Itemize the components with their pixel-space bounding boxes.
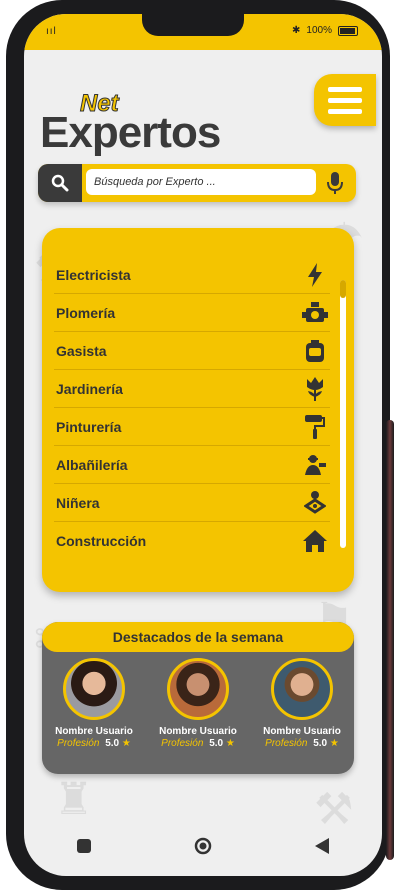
category-label: Pinturería bbox=[56, 418, 122, 435]
phone-side-edge bbox=[386, 420, 394, 860]
category-label: Gasista bbox=[56, 342, 107, 359]
category-list: Electricista Plomería Gasista Jardinería… bbox=[54, 256, 330, 560]
lightning-icon bbox=[302, 262, 328, 288]
paint-roller-icon bbox=[302, 414, 328, 440]
expert-name: Nombre Usuario bbox=[159, 726, 237, 737]
star-icon: ★ bbox=[121, 738, 131, 749]
menu-line-icon bbox=[328, 97, 362, 103]
expert-profession: Profesión bbox=[265, 738, 308, 749]
category-label: Niñera bbox=[56, 494, 100, 511]
star-icon: ★ bbox=[225, 738, 235, 749]
category-scrollbar[interactable] bbox=[340, 280, 346, 548]
category-label: Construcción bbox=[56, 533, 147, 549]
menu-line-icon bbox=[328, 108, 362, 114]
category-item-ninera[interactable]: Niñera bbox=[54, 484, 330, 522]
search-bar bbox=[38, 164, 356, 202]
category-item-pintureria[interactable]: Pinturería bbox=[54, 408, 330, 446]
triangle-back-icon bbox=[315, 838, 330, 854]
logo-name: Expertos bbox=[40, 108, 221, 157]
gas-cylinder-icon bbox=[302, 338, 328, 364]
expert-profession: Profesión bbox=[161, 738, 204, 749]
category-item-construccion[interactable]: Construcción bbox=[54, 522, 330, 560]
featured-experts-panel: Destacados de la semana Nombre Usuario P… bbox=[42, 622, 354, 774]
house-icon bbox=[302, 528, 328, 554]
app-screen: ⚒ ⚙ ☂ ✂ ⚑ ♜ ⚒ ııl ✱ 100% Net Expertos bbox=[24, 14, 382, 876]
category-item-jardineria[interactable]: Jardinería bbox=[54, 370, 330, 408]
expert-profession: Profesión bbox=[57, 738, 100, 749]
hamburger-menu-button[interactable] bbox=[314, 74, 376, 126]
flower-icon bbox=[302, 376, 328, 402]
featured-experts-list: Nombre Usuario Profesión 5.0 ★ Nombre Us… bbox=[42, 658, 354, 770]
system-nav-bar bbox=[24, 826, 382, 866]
bluetooth-icon: ✱ bbox=[292, 25, 301, 36]
battery-label: 100% bbox=[306, 25, 332, 36]
avatar[interactable] bbox=[63, 658, 125, 720]
category-item-plomeria[interactable]: Plomería bbox=[54, 294, 330, 332]
back-button[interactable] bbox=[302, 826, 342, 866]
category-item-gasista[interactable]: Gasista bbox=[54, 332, 330, 370]
square-icon bbox=[76, 839, 91, 853]
expert-rating: 5.0 bbox=[209, 738, 224, 749]
search-icon bbox=[51, 174, 69, 192]
star-icon: ★ bbox=[329, 738, 339, 749]
camera-notch bbox=[142, 14, 244, 36]
featured-title: Destacados de la semana bbox=[42, 622, 354, 652]
home-button[interactable] bbox=[183, 826, 223, 866]
battery-icon bbox=[338, 25, 358, 36]
recent-apps-button[interactable] bbox=[64, 826, 104, 866]
voice-search-button[interactable] bbox=[322, 170, 348, 196]
water-pump-icon bbox=[302, 300, 328, 326]
category-label: Jardinería bbox=[56, 380, 123, 397]
phone-frame: ⚒ ⚙ ☂ ✂ ⚑ ♜ ⚒ ııl ✱ 100% Net Expertos bbox=[6, 0, 394, 890]
expert-card[interactable]: Nombre Usuario Profesión 5.0 ★ bbox=[46, 658, 142, 770]
circle-icon bbox=[194, 837, 212, 855]
category-item-electricista[interactable]: Electricista bbox=[54, 256, 330, 294]
expert-rating: 5.0 bbox=[105, 738, 120, 749]
avatar[interactable] bbox=[271, 658, 333, 720]
microphone-icon bbox=[327, 172, 343, 194]
category-panel: Electricista Plomería Gasista Jardinería… bbox=[42, 228, 354, 592]
search-button[interactable] bbox=[38, 164, 82, 202]
category-label: Albañilería bbox=[56, 456, 128, 473]
scrollbar-thumb[interactable] bbox=[340, 280, 346, 298]
bricklayer-icon bbox=[302, 452, 328, 478]
avatar[interactable] bbox=[167, 658, 229, 720]
expert-card[interactable]: Nombre Usuario Profesión 5.0 ★ bbox=[254, 658, 350, 770]
category-item-albanileria[interactable]: Albañilería bbox=[54, 446, 330, 484]
expert-name: Nombre Usuario bbox=[263, 726, 341, 737]
expert-rating: 5.0 bbox=[313, 738, 328, 749]
category-label: Plomería bbox=[56, 304, 116, 321]
category-label: Electricista bbox=[56, 266, 131, 283]
signal-indicator: ııl bbox=[46, 26, 57, 37]
menu-line-icon bbox=[328, 86, 362, 92]
app-logo: Net Expertos bbox=[40, 86, 260, 176]
baby-icon bbox=[302, 490, 328, 516]
search-input[interactable] bbox=[86, 169, 316, 195]
expert-name: Nombre Usuario bbox=[55, 726, 133, 737]
expert-card[interactable]: Nombre Usuario Profesión 5.0 ★ bbox=[150, 658, 246, 770]
